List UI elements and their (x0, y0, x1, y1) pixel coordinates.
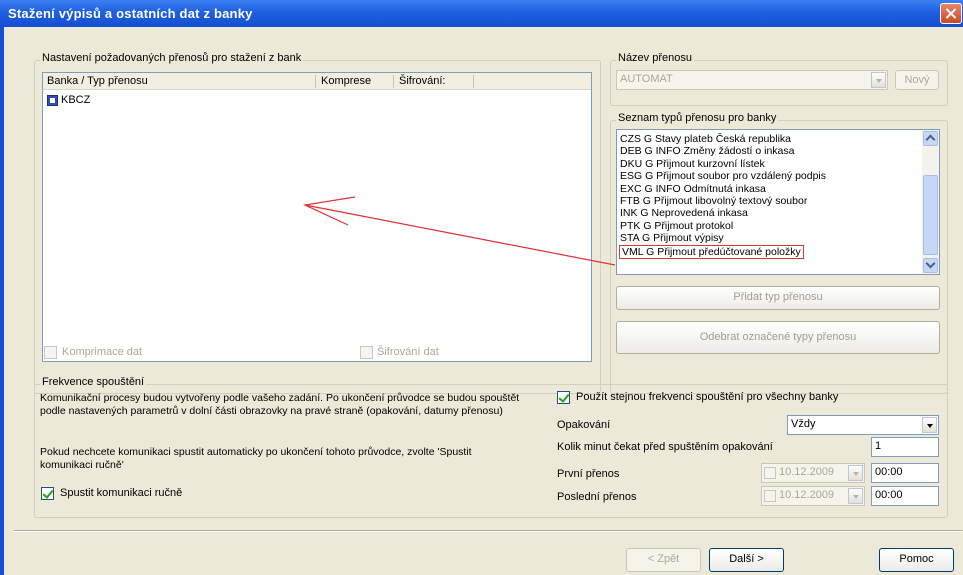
last-transfer-label: Poslední přenos (557, 491, 637, 503)
types-list-item[interactable]: CZS G Stavy plateb Česká republika (620, 133, 791, 145)
minutes-input[interactable]: 1 (871, 437, 939, 457)
types-list-item[interactable]: DKU G Přijmout kurzovní lístek (620, 158, 765, 170)
encryption-label: Šifrování dat (377, 346, 439, 358)
help-button[interactable]: Pomoc (879, 548, 954, 572)
chevron-down-icon (922, 417, 937, 433)
back-button[interactable]: < Zpět (626, 548, 701, 572)
compression-checkbox[interactable] (44, 346, 57, 359)
repeat-label: Opakování (557, 419, 611, 431)
minutes-label: Kolik minut čekat před spuštěním opaková… (557, 441, 773, 453)
manual-run-label: Spustit komunikaci ručně (60, 487, 183, 499)
types-list-item[interactable]: ESG G Přijmout soubor pro vzdálený podpi… (620, 170, 826, 182)
same-frequency-label: Použít stejnou frekvenci spouštění pro v… (576, 391, 839, 403)
types-scrollbar[interactable] (922, 130, 939, 274)
types-group-label: Seznam typů přenosu pro banky (616, 112, 779, 124)
title-bar[interactable]: Stažení výpisů a ostatních dat z banky (0, 0, 963, 27)
last-date-checkbox[interactable] (764, 490, 776, 502)
close-icon[interactable] (940, 3, 962, 24)
manual-run-checkbox[interactable] (41, 487, 54, 500)
types-list-item[interactable]: DEB G INFO Změny žádostí o inkasa (620, 145, 794, 157)
frequency-group-label: Frekvence spouštění (40, 376, 147, 388)
bank-tree-icon (47, 95, 58, 106)
window-title: Stažení výpisů a ostatních dat z banky (8, 6, 253, 21)
scroll-down-icon[interactable] (923, 258, 938, 273)
scroll-up-icon[interactable] (923, 131, 938, 146)
compression-label: Komprimace dat (62, 346, 143, 358)
types-list-item[interactable]: STA G Přijmout výpisy (620, 232, 724, 244)
scroll-thumb[interactable] (923, 175, 938, 255)
last-date-picker[interactable]: 10.12.2009 (761, 486, 865, 506)
first-date-picker[interactable]: 10.12.2009 (761, 463, 865, 483)
types-list-item[interactable]: PTK G Přijmout protokol (620, 220, 733, 232)
column-bank-type[interactable]: Banka / Typ přenosu (47, 75, 148, 87)
types-list-item[interactable]: FTB G Přijmout libovolný textový soubor (620, 195, 807, 207)
transfers-group-label: Nastavení požadovaných přenosů pro staže… (40, 52, 304, 64)
repeat-combo[interactable]: Vždy (787, 415, 939, 435)
add-type-button[interactable]: Přidat typ přenosu (616, 286, 940, 310)
remove-types-button[interactable]: Odebrat označené typy přenosu (616, 321, 940, 354)
column-compression[interactable]: Komprese (321, 75, 371, 87)
frequency-description: Komunikační procesy budou vytvořeny podl… (40, 392, 520, 417)
encryption-checkbox[interactable] (360, 346, 373, 359)
list-item-label: KBCZ (61, 94, 91, 106)
bottom-separator (14, 530, 962, 532)
chevron-down-icon (871, 72, 886, 88)
chevron-down-icon (848, 488, 863, 504)
transfers-listview[interactable]: Banka / Typ přenosu Komprese Šifrování: … (42, 72, 592, 362)
transfer-name-label: Název přenosu (616, 52, 694, 64)
transfer-name-combo[interactable]: AUTOMAT (616, 70, 888, 90)
first-time-input[interactable]: 00:00 (871, 463, 939, 483)
same-frequency-checkbox[interactable] (557, 391, 570, 404)
next-button[interactable]: Další > (709, 548, 784, 572)
types-listbox[interactable]: CZS G Stavy plateb Česká republika DEB G … (616, 129, 940, 275)
listview-header: Banka / Typ přenosu Komprese Šifrování: (43, 73, 591, 90)
chevron-down-icon (848, 465, 863, 481)
types-list-item[interactable]: VML G Přijmout předúčtované položky (619, 244, 804, 259)
types-list-item[interactable]: INK G Neprovedená inkasa (620, 207, 748, 219)
dialog-body: Nastavení požadovaných přenosů pro staže… (4, 27, 963, 575)
manual-description: Pokud nechcete komunikaci spustit automa… (40, 446, 472, 471)
last-time-input[interactable]: 00:00 (871, 486, 939, 506)
column-encryption[interactable]: Šifrování: (399, 75, 445, 87)
first-date-checkbox[interactable] (764, 467, 776, 479)
first-transfer-label: První přenos (557, 468, 620, 480)
new-button[interactable]: Nový (895, 70, 939, 90)
types-list-item[interactable]: EXC G INFO Odmítnutá inkasa (620, 183, 766, 195)
